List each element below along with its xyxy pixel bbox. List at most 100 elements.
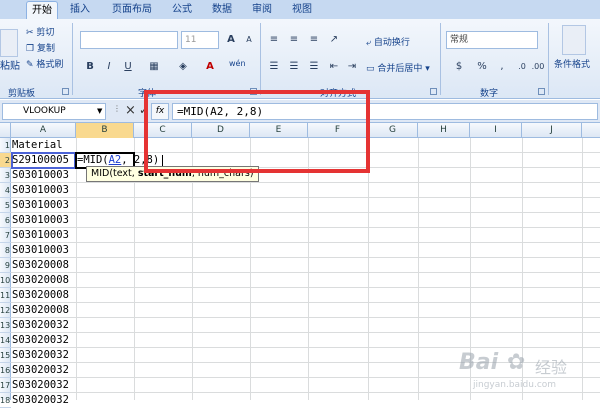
align-top-icon[interactable]: ≡	[266, 32, 282, 48]
row-header[interactable]: 7	[0, 228, 11, 243]
row-header[interactable]: 12	[0, 303, 11, 318]
number-format-combo[interactable]: 常规	[446, 31, 538, 49]
row-header[interactable]: 13	[0, 318, 11, 333]
currency-icon[interactable]: $	[448, 59, 470, 75]
align-left-icon[interactable]: ☰	[266, 59, 282, 75]
number-group-label: 数字	[480, 89, 499, 99]
font-size-combo[interactable]: 11	[181, 31, 219, 49]
copy-button[interactable]: ❐ 复制	[26, 41, 55, 54]
cell-a[interactable]: S03010003	[12, 198, 74, 213]
tab-home[interactable]: 开始	[26, 1, 58, 19]
alignment-launcher-icon[interactable]	[430, 88, 437, 95]
tab-review[interactable]: 审阅	[246, 1, 278, 19]
comma-button[interactable]: ,	[494, 59, 510, 75]
cell-a[interactable]: S03020032	[12, 333, 74, 348]
cell-a[interactable]: S03020008	[12, 303, 74, 318]
cell-a[interactable]: S03020032	[12, 363, 74, 378]
cell-a[interactable]: S03010003	[12, 243, 74, 258]
row-header[interactable]: 3	[0, 168, 11, 183]
bold-button[interactable]: B	[82, 59, 98, 75]
chevron-down-icon[interactable]: ▼	[97, 107, 102, 115]
cell-a[interactable]: S03020008	[12, 273, 74, 288]
row-header[interactable]: 8	[0, 243, 11, 258]
cell-a[interactable]: S03010003	[12, 213, 74, 228]
tab-insert[interactable]: 插入	[64, 1, 96, 19]
increase-indent-icon[interactable]: ⇥	[344, 59, 360, 75]
grow-font-icon[interactable]: A	[223, 32, 239, 48]
annotation-highlight-box	[144, 90, 370, 173]
paw-icon: ✿	[507, 350, 526, 375]
row-header[interactable]: 6	[0, 213, 11, 228]
tab-page-layout[interactable]: 页面布局	[104, 1, 160, 19]
cell-a[interactable]: S03020032	[12, 393, 74, 408]
wrap-text-button[interactable]: ⤶ 自动换行	[366, 35, 410, 48]
row-header[interactable]: 14	[0, 333, 11, 348]
shrink-font-icon[interactable]: A	[241, 32, 257, 48]
row-header[interactable]: 11	[0, 288, 11, 303]
cell-a[interactable]: S29100005	[12, 153, 74, 168]
paste-button[interactable]: 粘贴	[0, 57, 20, 72]
underline-button[interactable]: U	[120, 59, 136, 75]
paste-icon[interactable]	[0, 29, 18, 57]
column-header-j[interactable]: J	[522, 123, 582, 138]
select-all-button[interactable]	[0, 123, 11, 138]
italic-button[interactable]: I	[101, 59, 117, 75]
row-header[interactable]: 15	[0, 348, 11, 363]
cell-a[interactable]: Material	[12, 138, 74, 153]
row-header[interactable]: 2	[0, 153, 11, 168]
column-header-a[interactable]: A	[11, 123, 76, 138]
border-icon[interactable]: ▦	[146, 59, 162, 75]
column-header-g[interactable]: G	[368, 123, 418, 138]
cell-a[interactable]: S03010003	[12, 168, 74, 183]
cell-a[interactable]: S03020032	[12, 318, 74, 333]
separator	[260, 23, 261, 95]
cancel-icon[interactable]: ×	[125, 103, 136, 118]
decrease-indent-icon[interactable]: ⇤	[326, 59, 342, 75]
number-launcher-icon[interactable]	[538, 88, 545, 95]
decrease-decimal-icon[interactable]: .00	[530, 59, 546, 75]
clipboard-launcher-icon[interactable]	[62, 88, 69, 95]
percent-button[interactable]: %	[474, 59, 490, 75]
ribbon-tabs: 开始 插入 页面布局 公式 数据 审阅 视图	[0, 0, 600, 19]
increase-decimal-icon[interactable]: .0	[514, 59, 530, 75]
cell-a[interactable]: S03020008	[12, 288, 74, 303]
tab-formulas[interactable]: 公式	[166, 1, 198, 19]
tab-data[interactable]: 数据	[206, 1, 238, 19]
column-header-b[interactable]: B	[76, 123, 134, 138]
row-header[interactable]: 4	[0, 183, 11, 198]
cell-a[interactable]: S03020032	[12, 348, 74, 363]
row-header[interactable]: 16	[0, 363, 11, 378]
cell-a[interactable]: S03020008	[12, 258, 74, 273]
font-color-icon[interactable]: A	[202, 59, 218, 75]
align-center-icon[interactable]: ☰	[286, 59, 302, 75]
orientation-icon[interactable]: ↗	[326, 32, 342, 48]
row-header[interactable]: 10	[0, 273, 11, 288]
fill-color-icon[interactable]: ◈	[175, 59, 191, 75]
row-header[interactable]: 18	[0, 393, 11, 408]
conditional-format-button[interactable]: 条件格式	[554, 57, 590, 70]
align-middle-icon[interactable]: ≡	[286, 32, 302, 48]
align-bottom-icon[interactable]: ≡	[306, 32, 322, 48]
column-header-i[interactable]: I	[470, 123, 522, 138]
row-header[interactable]: 17	[0, 378, 11, 393]
cut-button[interactable]: ✂ 剪切	[26, 25, 54, 38]
conditional-format-icon[interactable]	[562, 25, 586, 55]
row-header[interactable]: 5	[0, 198, 11, 213]
cell-a[interactable]: S03010003	[12, 183, 74, 198]
cell-a[interactable]: S03020032	[12, 378, 74, 393]
cell-a[interactable]: S03010003	[12, 228, 74, 243]
name-box[interactable]: VLOOKUP	[2, 103, 106, 120]
row-headers: 1 2 3 4 5 6 7 8 9 10 11 12 13 14 15 16 17 18	[0, 138, 11, 408]
format-painter-button[interactable]: ✎ 格式刷	[26, 57, 63, 70]
font-name-combo[interactable]	[80, 31, 178, 49]
merge-center-button[interactable]: ▭ 合并后居中 ▾	[366, 61, 430, 74]
watermark-brand: Bai	[459, 350, 499, 375]
tab-view[interactable]: 视图	[286, 1, 318, 19]
separator	[72, 23, 73, 95]
align-right-icon[interactable]: ☰	[306, 59, 322, 75]
phonetic-button[interactable]: wén	[229, 59, 246, 68]
row-header[interactable]: 9	[0, 258, 11, 273]
row-header[interactable]: 1	[0, 138, 11, 153]
clipboard-group-label: 剪贴板	[8, 89, 36, 99]
column-header-h[interactable]: H	[418, 123, 470, 138]
